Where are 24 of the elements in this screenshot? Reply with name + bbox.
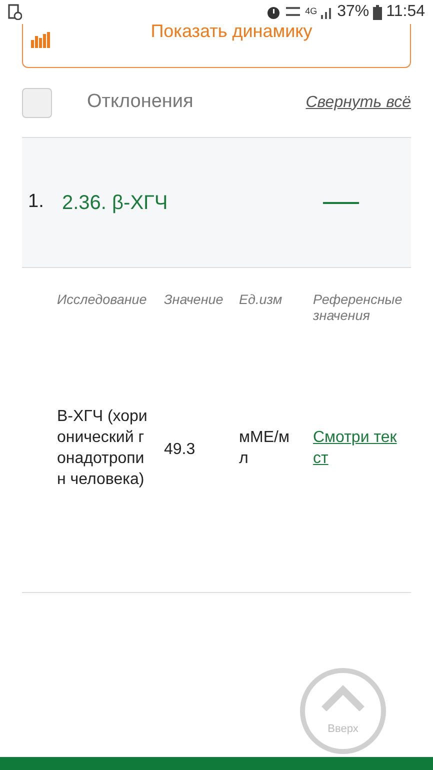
section-title: 2.36. β-ХГЧ [62,190,168,216]
result-value: 49.3 [164,440,196,460]
alarm-icon [266,4,282,20]
network-type: 4G [305,5,318,18]
battery-icon [373,4,382,20]
column-header: Ед.изм [239,292,284,309]
column-header: Исследование [57,292,148,309]
show-dynamics-button[interactable]: Показать динамику [150,20,312,42]
deviations-label: Отклонения [87,90,194,114]
clock: 11:54 [386,2,425,22]
deviations-checkbox[interactable] [22,88,52,118]
screen-record-icon [8,4,22,20]
signal-icon [321,5,334,19]
reference-link[interactable]: Смотри текст [313,427,401,469]
section-number: 1. [28,190,45,214]
collapse-all-link[interactable]: Свернуть всё [306,90,411,114]
column-header: Значение [164,292,224,309]
test-name: В-ХГЧ (хорионический гонадотропин человека) [57,407,148,490]
battery-percent: 37% [337,2,370,22]
chevron-up-icon [320,685,366,711]
column-header: Референсные значения [313,292,404,324]
unit: мМЕ/мл [239,428,290,469]
bar-chart-icon [31,30,53,48]
section-header[interactable]: 1. 2.36. β-ХГЧ [22,138,411,268]
